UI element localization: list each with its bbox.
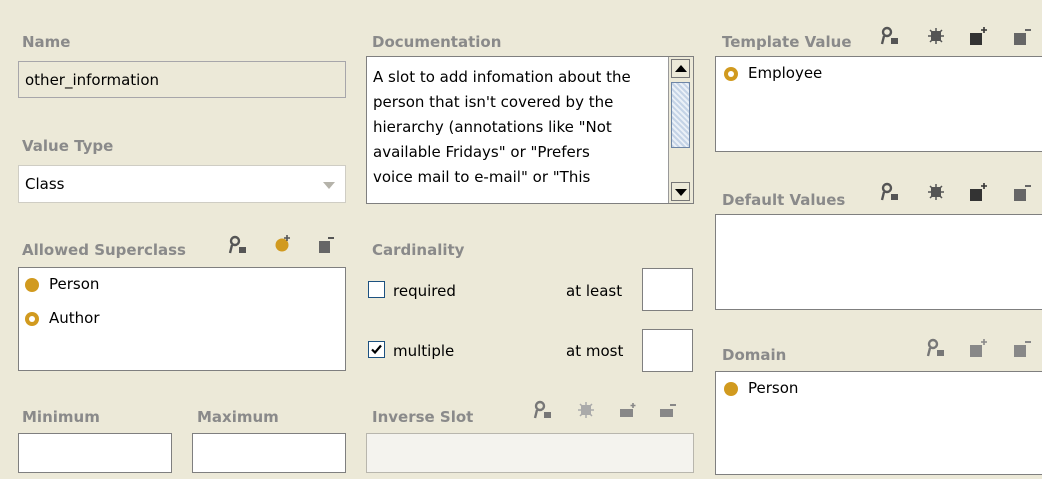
chevron-down-icon xyxy=(323,182,335,189)
view-class-icon[interactable] xyxy=(228,235,248,255)
arrow-down-icon xyxy=(675,189,687,196)
create-instance-icon[interactable] xyxy=(926,26,946,46)
view-value-icon[interactable] xyxy=(880,182,900,202)
value-type-label: Value Type xyxy=(22,137,114,155)
documentation-line: A slot to add infomation about the xyxy=(373,68,631,86)
domain-label: Domain xyxy=(722,346,787,364)
list-item[interactable]: Person xyxy=(716,376,1042,402)
add-slot-icon[interactable] xyxy=(618,400,638,420)
list-item[interactable]: Person xyxy=(19,272,345,298)
create-value-icon[interactable] xyxy=(926,182,946,202)
documentation-line: voice mail to e-mail" or "This xyxy=(373,168,591,186)
arrow-up-icon xyxy=(675,65,687,72)
list-item[interactable]: Employee xyxy=(716,61,1042,87)
list-item-label: Person xyxy=(49,275,100,293)
list-item-label: Employee xyxy=(748,64,823,82)
allowed-superclasses-label: Allowed Superclass xyxy=(22,241,186,259)
documentation-label: Documentation xyxy=(372,33,502,51)
required-checkbox[interactable] xyxy=(368,281,385,298)
documentation-line: person that isn't covered by the xyxy=(373,93,614,111)
view-instance-icon[interactable] xyxy=(880,26,900,46)
add-value-icon[interactable] xyxy=(968,182,988,202)
remove-slot-icon[interactable] xyxy=(658,400,678,420)
at-most-label: at most xyxy=(566,342,624,360)
domain-list[interactable]: Person xyxy=(715,371,1042,475)
at-most-field[interactable] xyxy=(642,329,693,372)
default-values-list[interactable] xyxy=(715,214,1042,310)
required-label: required xyxy=(393,282,456,300)
class-icon xyxy=(724,382,738,396)
minimum-field[interactable] xyxy=(18,433,172,473)
cardinality-label: Cardinality xyxy=(372,241,465,259)
minimum-label: Minimum xyxy=(22,408,100,426)
maximum-field[interactable] xyxy=(192,433,346,473)
remove-class-icon[interactable] xyxy=(316,235,336,255)
value-type-selected: Class xyxy=(25,175,65,193)
scroll-up-button[interactable] xyxy=(671,59,690,78)
allowed-superclasses-list[interactable]: Person Author xyxy=(18,267,346,371)
checkmark-icon xyxy=(371,344,382,355)
scroll-thumb[interactable] xyxy=(671,82,690,148)
at-least-field[interactable] xyxy=(642,268,693,311)
create-slot-icon[interactable] xyxy=(576,400,596,420)
template-value-list[interactable]: Employee xyxy=(715,56,1042,152)
abstract-class-icon xyxy=(724,67,738,81)
view-slot-icon[interactable] xyxy=(533,400,553,420)
documentation-scrollbar[interactable] xyxy=(668,57,693,203)
documentation-line: available Fridays" or "Prefers xyxy=(373,143,590,161)
add-class-icon[interactable] xyxy=(273,233,293,253)
list-item-label: Author xyxy=(49,309,100,327)
documentation-line: hierarchy (annotations like "Not xyxy=(373,118,612,136)
multiple-checkbox[interactable] xyxy=(368,341,385,358)
list-item[interactable]: Author xyxy=(19,306,345,332)
inverse-slot-field[interactable] xyxy=(366,433,694,473)
add-domain-class-icon[interactable] xyxy=(968,338,988,358)
remove-domain-class-icon[interactable] xyxy=(1012,338,1032,358)
class-icon xyxy=(25,278,39,292)
add-instance-icon[interactable] xyxy=(968,26,988,46)
remove-value-icon[interactable] xyxy=(1012,182,1032,202)
list-item-label: Person xyxy=(748,379,799,397)
abstract-class-icon xyxy=(25,312,39,326)
maximum-label: Maximum xyxy=(197,408,279,426)
template-value-label: Template Value xyxy=(722,33,852,51)
default-values-label: Default Values xyxy=(722,191,846,209)
multiple-label: multiple xyxy=(393,342,455,360)
value-type-select[interactable]: Class xyxy=(18,165,346,203)
name-value: other_information xyxy=(25,71,160,89)
scroll-down-button[interactable] xyxy=(671,182,690,201)
at-least-label: at least xyxy=(566,282,623,300)
remove-instance-icon[interactable] xyxy=(1012,26,1032,46)
name-field[interactable]: other_information xyxy=(18,61,346,98)
view-domain-class-icon[interactable] xyxy=(926,338,946,358)
name-label: Name xyxy=(22,33,71,51)
documentation-textarea[interactable]: A slot to add infomation about the perso… xyxy=(366,56,694,204)
inverse-slot-label: Inverse Slot xyxy=(372,408,474,426)
